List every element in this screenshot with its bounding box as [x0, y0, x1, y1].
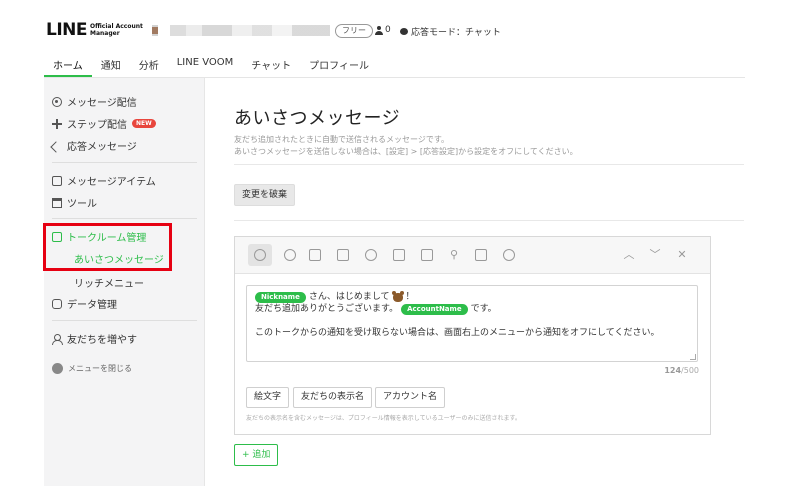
survey-icon[interactable] [503, 249, 515, 261]
rich-video-icon[interactable] [393, 249, 405, 261]
new-badge: NEW [132, 119, 156, 128]
message-text: このトークからの通知を受け取らない場合は、画面右上のメニューから通知をオフにして… [255, 328, 660, 338]
main-tabs: ホーム 通知 分析 LINE VOOM チャット プロフィール [44, 52, 745, 78]
page-description-2: あいさつメッセージを送信しない場合は、[設定] > [応答設定]から設定をオフに… [234, 147, 578, 156]
chat-bubble-icon [400, 28, 408, 35]
logo-sub-1: Official Account [90, 23, 143, 30]
sidebar: メッセージ配信 ステップ配信 NEW 応答メッセージ メッセージアイテム ツール… [44, 78, 205, 486]
resize-handle-icon[interactable] [690, 354, 696, 360]
coupon-icon[interactable] [337, 249, 349, 261]
message-text: 友だち追加ありがとうございます。 [255, 304, 399, 314]
display-name-note: 友だちの表示名を含むメッセージは、プロフィール情報を表示しているユーザーのみに送… [246, 415, 521, 422]
sidebar-item-label: メニューを閉じる [68, 364, 132, 373]
sidebar-item-label: データ管理 [67, 300, 117, 311]
message-text: さん、はじめまして [308, 292, 390, 302]
move-down-icon[interactable]: ﹀ [649, 249, 661, 261]
sidebar-item-label: ステップ配信 [67, 120, 127, 131]
sticker-icon[interactable] [284, 249, 296, 261]
response-mode[interactable]: 応答モード：チャット [400, 25, 501, 38]
sidebar-divider [52, 320, 197, 321]
sidebar-item-data[interactable]: データ管理 [52, 296, 117, 311]
account-name-tag: AccountName [401, 303, 468, 315]
bear-emoji-icon [391, 290, 404, 302]
message-item-icon [52, 175, 62, 186]
sidebar-item-auto-reply[interactable]: 応答メッセージ [52, 138, 137, 153]
editor-toolbar: ⚲ ︿ ﹀ ✕ [235, 237, 710, 274]
add-friend-icon [52, 333, 63, 345]
plan-badge: フリー [335, 24, 373, 38]
sidebar-item-label: 友だちを増やす [67, 335, 137, 346]
tab-notifications[interactable]: 通知 [92, 52, 130, 77]
character-count: 124 [664, 366, 682, 375]
reply-icon [52, 141, 62, 151]
insert-friend-name-button[interactable]: 友だちの表示名 [293, 387, 373, 408]
broadcast-icon [52, 96, 62, 107]
message-text: ！ [405, 292, 415, 302]
sidebar-subitem-rich-menu[interactable]: リッチメニュー [74, 275, 144, 290]
rich-message-icon[interactable] [365, 249, 377, 261]
add-message-button[interactable]: + 追加 [234, 444, 279, 466]
page-title: あいさつメッセージ [234, 108, 401, 129]
message-line-1: Nickname さん、はじめまして ！ [255, 290, 689, 303]
tab-analytics[interactable]: 分析 [130, 52, 168, 77]
video-icon[interactable] [421, 249, 433, 261]
message-text: です。 [470, 304, 497, 314]
move-up-icon[interactable]: ︿ [623, 249, 635, 261]
insert-account-name-button[interactable]: アカウント名 [375, 387, 446, 408]
image-icon[interactable] [309, 249, 321, 261]
top-bar: LINE Official Account Manager フリー 0 応答モー… [0, 0, 800, 52]
tab-line-voom[interactable]: LINE VOOM [168, 52, 243, 77]
sidebar-item-tools[interactable]: ツール [52, 195, 97, 210]
response-mode-label: 応答モード：チャット [411, 28, 501, 38]
account-name-blurred[interactable] [152, 25, 330, 36]
sidebar-item-label: ツール [67, 199, 97, 210]
message-editor: ⚲ ︿ ﹀ ✕ Nickname さん、はじめまして ！ 友だち追加ありがとうご… [234, 236, 711, 435]
tab-home[interactable]: ホーム [44, 52, 92, 77]
sidebar-divider [52, 162, 197, 163]
follower-count-value: 0 [385, 25, 391, 35]
sidebar-divider [52, 218, 197, 219]
page-description-1: 友だち追加されたときに自動で送信されるメッセージです。 [234, 135, 450, 144]
logo-sub-2: Manager [90, 30, 120, 37]
section-divider [234, 164, 744, 165]
tab-profile[interactable]: プロフィール [300, 52, 378, 77]
sidebar-item-add-friends[interactable]: 友だちを増やす [52, 331, 137, 346]
close-menu-icon [52, 363, 63, 374]
sidebar-item-label: 応答メッセージ [67, 142, 137, 153]
sidebar-item-label: メッセージアイテム [67, 177, 156, 188]
insert-emoji-button[interactable]: 絵文字 [246, 387, 290, 408]
delete-icon[interactable]: ✕ [676, 249, 688, 261]
follower-count: 0 [375, 25, 391, 35]
user-icon [375, 25, 383, 35]
main-content: あいさつメッセージ 友だち追加されたときに自動で送信されるメッセージです。 あい… [206, 78, 746, 486]
gift-icon [52, 197, 62, 208]
card-message-icon[interactable] [475, 249, 487, 261]
nickname-tag: Nickname [255, 291, 306, 303]
highlight-annotation-box [43, 223, 172, 271]
message-line-3: このトークからの通知を受け取らない場合は、画面右上のメニューから通知をオフにして… [255, 327, 689, 339]
sidebar-item-step[interactable]: ステップ配信 NEW [52, 116, 156, 131]
line-oa-manager-logo[interactable]: LINE Official Account Manager [46, 20, 143, 40]
section-divider [234, 220, 744, 221]
text-bubble-icon[interactable] [254, 249, 266, 261]
character-counter: 124/500 [664, 366, 699, 375]
message-line-2: 友だち追加ありがとうございます。 AccountName です。 [255, 303, 689, 315]
step-icon [52, 118, 62, 129]
logo-main-text: LINE [46, 20, 88, 40]
sidebar-item-label: メッセージ配信 [67, 98, 137, 109]
tab-chat[interactable]: チャット [242, 52, 300, 77]
character-max: /500 [681, 366, 699, 375]
voice-icon[interactable]: ⚲ [448, 249, 460, 261]
data-icon [52, 298, 62, 309]
logo-sub-text: Official Account Manager [90, 23, 143, 37]
sidebar-item-broadcast[interactable]: メッセージ配信 [52, 94, 137, 109]
message-textarea[interactable]: Nickname さん、はじめまして ！ 友だち追加ありがとうございます。 Ac… [246, 285, 698, 362]
discard-changes-button[interactable]: 変更を破棄 [234, 184, 296, 206]
sidebar-item-message-items[interactable]: メッセージアイテム [52, 173, 156, 188]
sidebar-item-close-menu[interactable]: メニューを閉じる [52, 363, 132, 374]
